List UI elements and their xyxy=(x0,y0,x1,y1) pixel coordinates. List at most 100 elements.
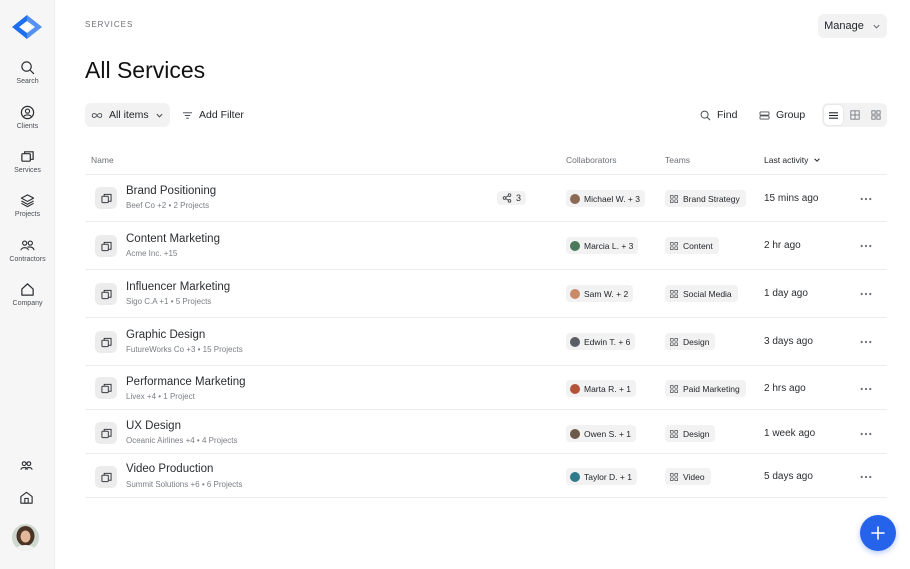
collaborators-chip[interactable]: Marcia L. + 3 xyxy=(566,237,639,254)
user-circle-icon xyxy=(20,105,35,120)
list-icon xyxy=(829,111,838,119)
team-chip[interactable]: Social Media xyxy=(665,285,738,302)
table-row[interactable]: UX Design Oceanic Airlines +4 • 4 Projec… xyxy=(85,410,887,454)
collaborators-chip[interactable]: Taylor D. + 1 xyxy=(566,468,637,485)
table-row[interactable]: Video Production Summit Solutions +6 • 6… xyxy=(85,454,887,498)
team-chip[interactable]: Design xyxy=(665,333,716,350)
breadcrumb: SERVICES xyxy=(85,20,134,29)
table-row[interactable]: Graphic Design FutureWorks Co +3 • 15 Pr… xyxy=(85,318,887,366)
grid-icon xyxy=(670,337,678,346)
column-header-collaborators[interactable]: Collaborators xyxy=(566,155,617,165)
team-chip[interactable]: Video xyxy=(665,468,711,485)
column-header-teams[interactable]: Teams xyxy=(665,155,690,165)
add-filter-label: Add Filter xyxy=(199,109,244,121)
board-view-button[interactable] xyxy=(845,105,864,125)
service-name[interactable]: Graphic Design xyxy=(126,329,205,341)
building-icon[interactable] xyxy=(19,490,34,505)
grid-icon xyxy=(670,194,678,203)
team-switch-icon[interactable] xyxy=(19,458,34,473)
team-label: Design xyxy=(683,428,710,439)
search-icon xyxy=(21,61,35,75)
team-chip[interactable]: Design xyxy=(665,425,716,442)
team-label: Social Media xyxy=(683,288,732,299)
sidebar-item-projects[interactable]: Projects xyxy=(0,193,55,218)
sidebar-item-clients[interactable]: Clients xyxy=(0,105,55,130)
grid-view-button[interactable] xyxy=(866,105,885,125)
more-options-icon[interactable] xyxy=(859,472,873,482)
last-activity: 1 week ago xyxy=(764,428,816,439)
collaborator-avatar xyxy=(570,336,580,347)
collaborator-label: Marcia L. + 3 xyxy=(584,240,634,251)
collaborators-chip[interactable]: Michael W. + 3 xyxy=(566,190,645,207)
service-name[interactable]: Performance Marketing xyxy=(126,376,246,388)
team-chip[interactable]: Content xyxy=(665,237,719,254)
user-avatar[interactable] xyxy=(12,524,39,551)
all-items-dropdown[interactable]: All items xyxy=(85,103,170,127)
more-options-icon[interactable] xyxy=(859,337,873,347)
sidebar-item-services[interactable]: Services xyxy=(0,149,55,174)
group-rows-icon xyxy=(759,110,770,120)
last-activity: 1 day ago xyxy=(764,288,808,299)
share-count-button[interactable]: 3 xyxy=(497,191,527,205)
service-meta: Acme Inc. +15 xyxy=(126,249,178,258)
more-options-icon[interactable] xyxy=(859,289,873,299)
table-row[interactable]: Brand Positioning Beef Co +2 • 2 Project… xyxy=(85,175,887,222)
last-activity: 2 hr ago xyxy=(764,240,801,251)
more-options-icon[interactable] xyxy=(859,429,873,439)
add-filter-button[interactable]: Add Filter xyxy=(182,103,244,127)
service-icon xyxy=(95,331,117,353)
sidebar: Search Clients Services Projects Contrac… xyxy=(0,0,55,569)
find-button[interactable]: Find xyxy=(700,103,737,127)
more-options-icon[interactable] xyxy=(859,384,873,394)
manage-label: Manage xyxy=(824,20,864,32)
sidebar-item-label: Company xyxy=(12,300,43,307)
service-name[interactable]: Brand Positioning xyxy=(126,185,216,197)
team-chip[interactable]: Paid Marketing xyxy=(665,380,746,397)
collaborator-avatar xyxy=(570,428,580,439)
sidebar-item-contractors[interactable]: Contractors xyxy=(0,238,55,263)
more-options-icon[interactable] xyxy=(859,241,873,251)
collaborators-chip[interactable]: Edwin T. + 6 xyxy=(566,333,636,350)
table-row[interactable]: Influencer Marketing Sigo C.A +1 • 5 Pro… xyxy=(85,270,887,318)
team-label: Content xyxy=(683,240,713,251)
sidebar-item-search[interactable]: Search xyxy=(0,60,55,85)
sidebar-item-company[interactable]: Company xyxy=(0,282,55,307)
team-label: Paid Marketing xyxy=(683,383,740,394)
table-row[interactable]: Performance Marketing Livex +4 • 1 Proje… xyxy=(85,366,887,410)
column-header-last-activity[interactable]: Last activity xyxy=(764,155,821,165)
collaborators-chip[interactable]: Sam W. + 2 xyxy=(566,285,634,302)
collaborator-avatar xyxy=(570,240,580,251)
collaborator-avatar xyxy=(570,383,580,394)
table-row[interactable]: Content Marketing Acme Inc. +15 Marcia L… xyxy=(85,222,887,270)
add-service-button[interactable] xyxy=(860,515,896,551)
brand-logo-icon[interactable] xyxy=(10,14,44,40)
more-options-icon[interactable] xyxy=(859,194,873,204)
team-label: Brand Strategy xyxy=(683,193,740,204)
list-view-button[interactable] xyxy=(824,105,843,125)
grid-icon xyxy=(670,472,678,481)
service-name[interactable]: UX Design xyxy=(126,420,181,432)
grid-icon xyxy=(670,429,678,438)
last-activity: 3 days ago xyxy=(764,336,813,347)
collaborator-label: Taylor D. + 1 xyxy=(584,471,632,482)
collaborator-avatar xyxy=(570,471,580,482)
collaborators-chip[interactable]: Owen S. + 1 xyxy=(566,425,637,442)
team-label: Design xyxy=(683,336,710,347)
collaborator-label: Owen S. + 1 xyxy=(584,428,632,439)
last-activity: 15 mins ago xyxy=(764,193,819,204)
column-header-name[interactable]: Name xyxy=(91,155,114,165)
service-meta: Livex +4 • 1 Project xyxy=(126,392,195,401)
manage-button[interactable]: Manage xyxy=(818,14,887,38)
plus-icon xyxy=(871,526,885,540)
group-button[interactable]: Group xyxy=(759,103,805,127)
service-meta: Oceanic Airlines +4 • 4 Projects xyxy=(126,436,238,445)
service-name[interactable]: Influencer Marketing xyxy=(126,281,230,293)
team-chip[interactable]: Brand Strategy xyxy=(665,190,746,207)
service-name[interactable]: Video Production xyxy=(126,463,213,475)
service-name[interactable]: Content Marketing xyxy=(126,233,220,245)
share-count: 3 xyxy=(516,193,522,203)
find-label: Find xyxy=(717,109,738,121)
sidebar-item-label: Services xyxy=(14,167,41,174)
group-label: Group xyxy=(776,109,806,121)
collaborators-chip[interactable]: Marta R. + 1 xyxy=(566,380,637,397)
